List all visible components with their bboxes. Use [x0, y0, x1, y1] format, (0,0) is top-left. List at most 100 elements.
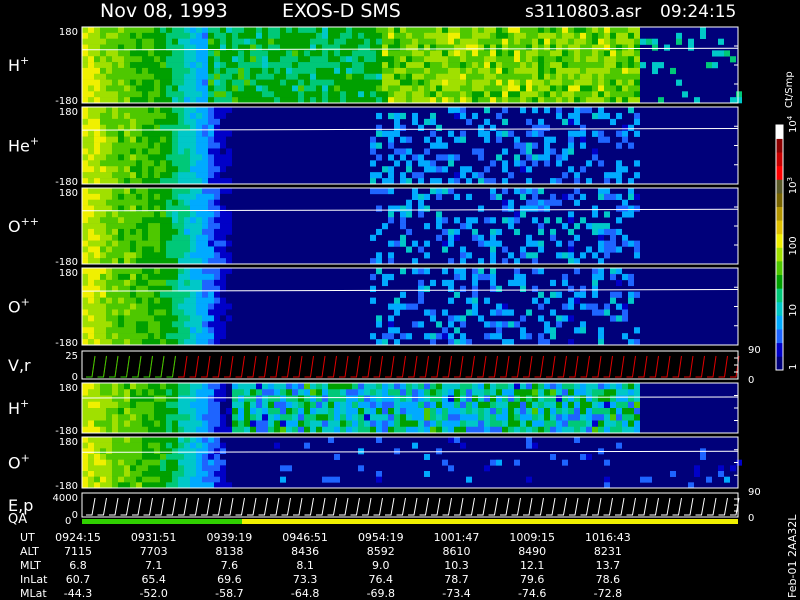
- spectrogram-cell: [502, 426, 508, 434]
- colorbar-swatch: [776, 288, 783, 303]
- spectrogram-cell: [112, 148, 118, 155]
- spectrogram-cell: [574, 73, 580, 80]
- spectrogram-cell: [136, 107, 142, 114]
- spectrogram-cell: [340, 97, 346, 104]
- spectrogram-cell: [82, 383, 88, 390]
- spectrogram-cell: [304, 442, 310, 449]
- spectrogram-cell: [442, 383, 448, 390]
- spectrogram-cell: [106, 67, 112, 75]
- spectrogram-cell: [334, 420, 340, 428]
- spectrogram-cell: [442, 166, 448, 173]
- spectrogram-cell: [112, 67, 118, 75]
- spectrogram-cell: [598, 91, 604, 98]
- spectrogram-cell: [106, 389, 112, 396]
- spectrogram-cell: [202, 166, 208, 173]
- spectrogram-cell: [238, 32, 244, 39]
- spectrogram-cell: [130, 130, 136, 137]
- spectrogram-cell: [88, 426, 94, 434]
- spectrogram-cell: [166, 67, 172, 75]
- spectrogram-cell: [292, 38, 298, 45]
- spectrogram-cell: [202, 97, 208, 104]
- spectrogram-cell: [406, 303, 412, 310]
- spectrogram-cell: [616, 279, 622, 287]
- spectrogram-cell: [496, 240, 502, 247]
- spectrogram-cell: [616, 172, 622, 179]
- spectrogram-cell: [472, 309, 478, 316]
- spectrogram-cell: [496, 38, 502, 45]
- spectrogram-cell: [298, 383, 304, 390]
- spectrogram-cell: [448, 426, 454, 434]
- spectrogram-cell: [256, 50, 262, 57]
- spectrogram-cell: [208, 62, 214, 69]
- spectrogram-cell: [568, 148, 574, 155]
- spectrogram-cell: [340, 420, 346, 428]
- spectrogram-cell: [100, 188, 106, 195]
- spectrogram-cell: [628, 273, 634, 281]
- spectrogram-cell: [220, 408, 226, 415]
- spectrogram-cell: [334, 50, 340, 57]
- spectrogram-cell: [166, 339, 172, 346]
- spectrogram-cell: [196, 50, 202, 57]
- spectrogram-cell: [538, 154, 544, 161]
- spectrogram-cell: [322, 50, 328, 57]
- spectrogram-cell: [100, 309, 106, 316]
- spectrogram-cell: [628, 124, 634, 131]
- spectrogram-cell: [538, 130, 544, 137]
- spectrogram-cell: [406, 148, 412, 155]
- spectrogram-cell: [370, 62, 376, 69]
- spectrogram-cell: [418, 414, 424, 421]
- spectrogram-cell: [268, 32, 274, 39]
- spectrogram-cell: [394, 97, 400, 104]
- spectrogram-cell: [538, 199, 544, 206]
- spectrogram-cell: [88, 73, 94, 80]
- spectrogram-cell: [472, 112, 478, 120]
- spectrogram-cell: [616, 389, 622, 396]
- spectrogram-cell: [82, 395, 88, 403]
- spectrogram-cell: [196, 240, 202, 247]
- spectrogram-cell: [478, 38, 484, 45]
- spectrogram-cell: [154, 471, 160, 477]
- spectrogram-cell: [598, 383, 604, 390]
- spectrogram-cell: [142, 395, 148, 403]
- spectrogram-cell: [232, 383, 238, 390]
- spectrogram-cell: [184, 73, 190, 80]
- spectrogram-cell: [436, 50, 442, 57]
- spectrogram-cell: [184, 258, 190, 265]
- spectrogram-cell: [454, 426, 460, 434]
- spectrogram-cell: [406, 395, 412, 403]
- spectrogram-cell: [184, 465, 190, 472]
- spectrogram-cell: [454, 437, 460, 443]
- spectrogram-cell: [124, 339, 130, 346]
- spectrogram-cell: [514, 67, 520, 75]
- spectrogram-cell: [454, 56, 460, 63]
- spectrogram-cell: [424, 389, 430, 396]
- spectrogram-cell: [538, 414, 544, 421]
- spectrogram-cell: [142, 327, 148, 334]
- orbit-cell: 7703: [140, 545, 168, 558]
- spectrogram-cell: [178, 148, 184, 155]
- spectrogram-cell: [82, 309, 88, 316]
- spectrogram-cell: [106, 327, 112, 334]
- spectrogram-cell: [214, 142, 220, 149]
- spectrogram-cell: [388, 178, 394, 185]
- spectrogram-cell: [184, 448, 190, 455]
- spectrogram-cell: [412, 73, 418, 80]
- spectrogram-cell: [562, 401, 568, 409]
- spectrogram-cell: [490, 240, 496, 247]
- spectrogram-cell: [610, 395, 616, 403]
- spectrogram-cell: [430, 166, 436, 173]
- spectrogram-cell: [238, 91, 244, 98]
- spectrogram-cell: [316, 73, 322, 80]
- spectrogram-cell: [214, 85, 220, 92]
- spectrogram-cell: [196, 172, 202, 179]
- spectrogram-cell: [520, 56, 526, 63]
- spectrogram-cell: [148, 454, 154, 460]
- spectrogram-cell: [436, 395, 442, 403]
- spectrogram-cell: [388, 38, 394, 45]
- spectrogram-cell: [226, 67, 232, 75]
- spectrogram-cell: [142, 130, 148, 137]
- spectrogram-cell: [340, 50, 346, 57]
- spectrogram-cell: [148, 32, 154, 39]
- spectrogram-cell: [508, 38, 514, 45]
- spectrogram-cell: [598, 408, 604, 415]
